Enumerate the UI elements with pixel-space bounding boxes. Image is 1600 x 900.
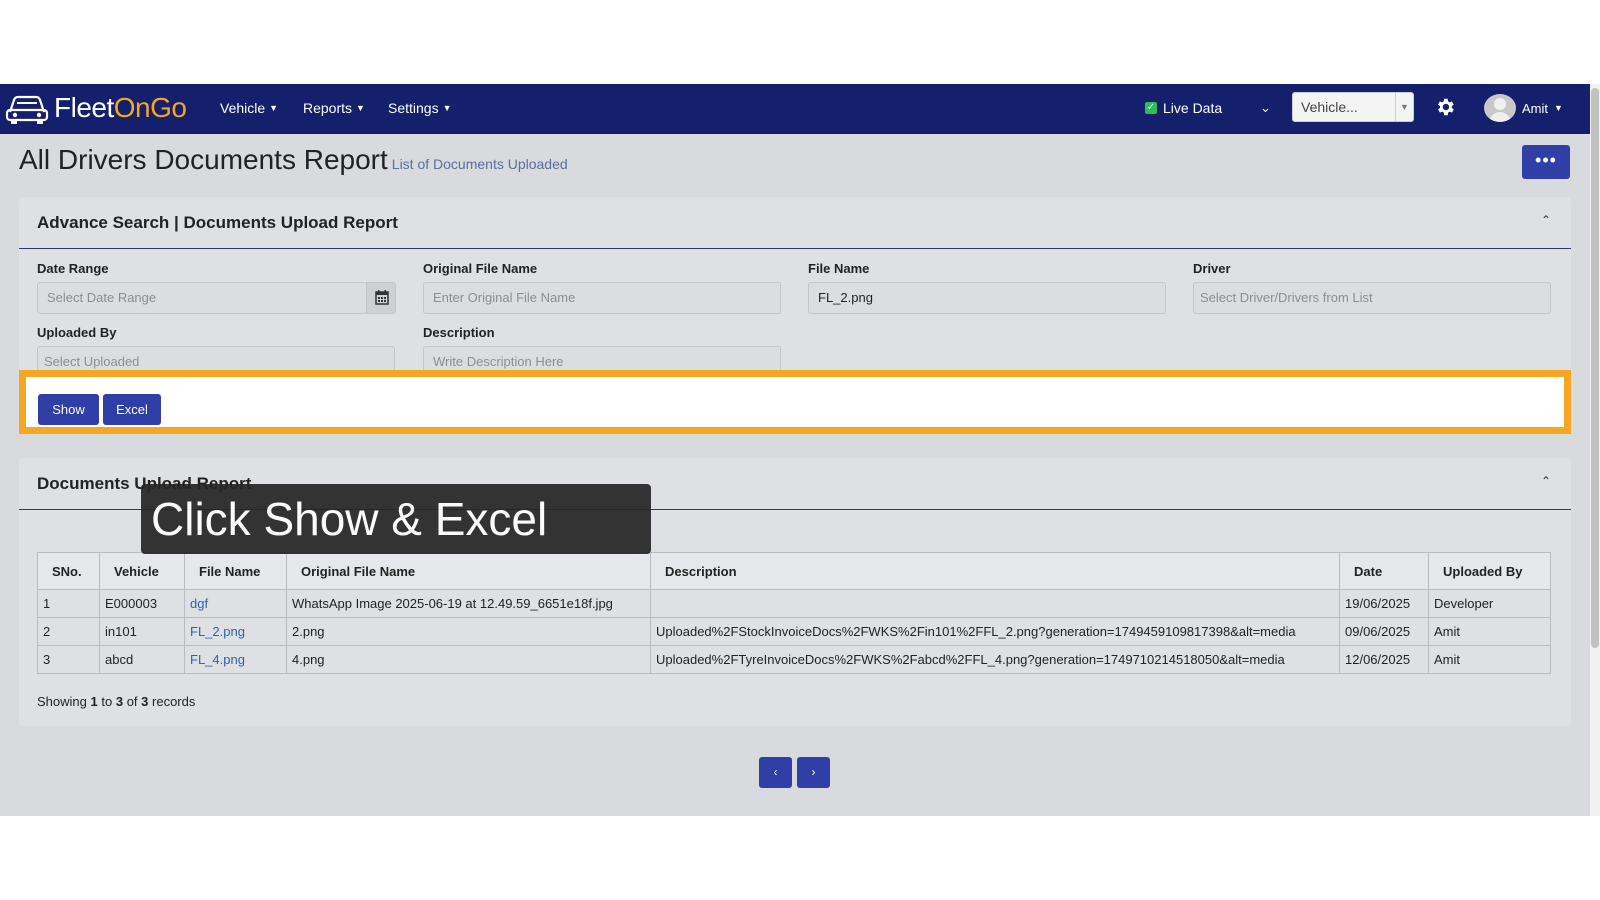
column-header[interactable]: Uploaded By: [1428, 552, 1551, 590]
table-header-row: SNo. Vehicle File Name Original File Nam…: [37, 552, 1551, 590]
chevron-down-icon: ▼: [269, 103, 279, 113]
live-data-label: Live Data: [1163, 100, 1223, 116]
description-label: Description: [423, 325, 495, 340]
page-title: All Drivers Documents Report List of Docu…: [19, 144, 568, 175]
tutorial-tooltip: Click Show & Excel: [141, 484, 651, 554]
column-header[interactable]: Original File Name: [286, 552, 651, 590]
show-button[interactable]: Show: [38, 394, 99, 425]
page-subtitle: List of Documents Uploaded: [391, 156, 568, 172]
nav-menu-settings-label: Settings: [388, 100, 439, 116]
nav-menu-reports-label: Reports: [303, 100, 353, 116]
cell-vehicle: abcd: [99, 645, 185, 674]
cell-sno: 1: [37, 589, 100, 618]
file-name-link[interactable]: dgf: [184, 589, 287, 618]
column-header[interactable]: File Name: [184, 552, 287, 590]
cell-description: Uploaded%2FStockInvoiceDocs%2FWKS%2Fin10…: [650, 617, 1340, 646]
driver-label: Driver: [1193, 261, 1231, 276]
cell-original-file-name: 4.png: [286, 645, 651, 674]
table-row: 2 in101 FL_2.png 2.png Uploaded%2FStockI…: [37, 617, 1551, 646]
table-row: 1 E000003 dgf WhatsApp Image 2025-06-19 …: [37, 589, 1551, 618]
cell-original-file-name: 2.png: [286, 617, 651, 646]
next-page-button[interactable]: ›: [797, 757, 830, 788]
documents-table: SNo. Vehicle File Name Original File Nam…: [37, 552, 1551, 674]
user-menu[interactable]: Amit ▼: [1484, 94, 1563, 122]
car-logo-icon: [5, 95, 49, 124]
cell-description: [650, 589, 1340, 618]
column-header[interactable]: SNo.: [37, 552, 100, 590]
logo-text: FleetOnGo: [54, 92, 187, 123]
vehicle-select[interactable]: Vehicle... ▼: [1292, 92, 1414, 122]
advance-search-title: Advance Search | Documents Upload Report: [37, 213, 398, 232]
cell-description: Uploaded%2FTyreInvoiceDocs%2FWKS%2Fabcd%…: [650, 645, 1340, 674]
cell-uploaded-by: Amit: [1428, 645, 1551, 674]
calendar-button[interactable]: [366, 282, 396, 314]
page-scrollbar[interactable]: [1590, 84, 1600, 816]
cell-sno: 3: [37, 645, 100, 674]
cell-vehicle: in101: [99, 617, 185, 646]
previous-page-button[interactable]: ‹: [759, 757, 792, 788]
records-summary: Showing 1 to 3 of 3 records: [37, 694, 196, 709]
chevron-down-icon: ▼: [356, 103, 365, 113]
nav-menu-reports[interactable]: Reports ▼: [303, 100, 365, 116]
file-name-input[interactable]: FL_2.png: [808, 282, 1166, 314]
app-frame: FleetOnGo Vehicle ▼ Reports ▼ Settings ▼ ✓ …: [0, 84, 1600, 816]
file-name-label: File Name: [808, 261, 870, 276]
column-header[interactable]: Date: [1339, 552, 1429, 590]
highlight-frame: [19, 370, 1571, 434]
excel-button[interactable]: Excel: [103, 394, 161, 425]
file-name-link[interactable]: FL_2.png: [184, 617, 287, 646]
date-range-input[interactable]: Select Date Range: [37, 282, 367, 314]
column-header[interactable]: Vehicle: [99, 552, 185, 590]
caret-down-icon: ▼: [1395, 93, 1413, 121]
cell-uploaded-by: Developer: [1428, 589, 1551, 618]
uploaded-by-label: Uploaded By: [37, 325, 117, 340]
driver-select[interactable]: Select Driver/Drivers from List: [1193, 282, 1551, 314]
cell-uploaded-by: Amit: [1428, 617, 1551, 646]
collapse-icon[interactable]: ⌃: [1541, 474, 1551, 488]
live-data-toggle[interactable]: ✓ Live Data: [1145, 100, 1222, 116]
nav-menu-settings[interactable]: Settings ▼: [388, 100, 452, 116]
original-file-name-label: Original File Name: [423, 261, 538, 276]
advance-search-header[interactable]: Advance Search | Documents Upload Report…: [19, 197, 1571, 249]
avatar: [1484, 94, 1516, 122]
vehicle-select-value: Vehicle...: [1301, 99, 1358, 115]
user-name: Amit: [1522, 100, 1548, 116]
cell-date: 12/06/2025: [1339, 645, 1429, 674]
column-header[interactable]: Description: [650, 552, 1340, 590]
chevron-down-icon: ▼: [1554, 103, 1563, 113]
collapse-icon[interactable]: ⌃: [1541, 213, 1551, 227]
cell-date: 19/06/2025: [1339, 589, 1429, 618]
chevron-down-icon: ▼: [442, 103, 452, 113]
nav-menu-vehicle[interactable]: Vehicle ▼: [220, 100, 278, 116]
cell-original-file-name: WhatsApp Image 2025-06-19 at 12.49.59_66…: [286, 589, 651, 618]
nav-menu-vehicle-label: Vehicle: [220, 100, 266, 116]
chevron-down-icon[interactable]: ⌄: [1260, 100, 1271, 116]
gear-icon[interactable]: [1434, 96, 1456, 123]
table-row: 3 abcd FL_4.png 4.png Uploaded%2FTyreInv…: [37, 645, 1551, 674]
top-navbar: FleetOnGo Vehicle ▼ Reports ▼ Settings ▼ ✓ …: [0, 84, 1590, 134]
file-name-link[interactable]: FL_4.png: [184, 645, 287, 674]
cell-vehicle: E000003: [99, 589, 185, 618]
more-options-button[interactable]: •••: [1522, 145, 1570, 179]
checkbox-checked-icon[interactable]: ✓: [1145, 102, 1157, 114]
date-range-label: Date Range: [37, 261, 109, 276]
calendar-icon: [375, 290, 389, 305]
app-logo[interactable]: FleetOnGo: [4, 90, 187, 126]
cell-date: 09/06/2025: [1339, 617, 1429, 646]
original-file-name-input[interactable]: Enter Original File Name: [423, 282, 781, 314]
cell-sno: 2: [37, 617, 100, 646]
